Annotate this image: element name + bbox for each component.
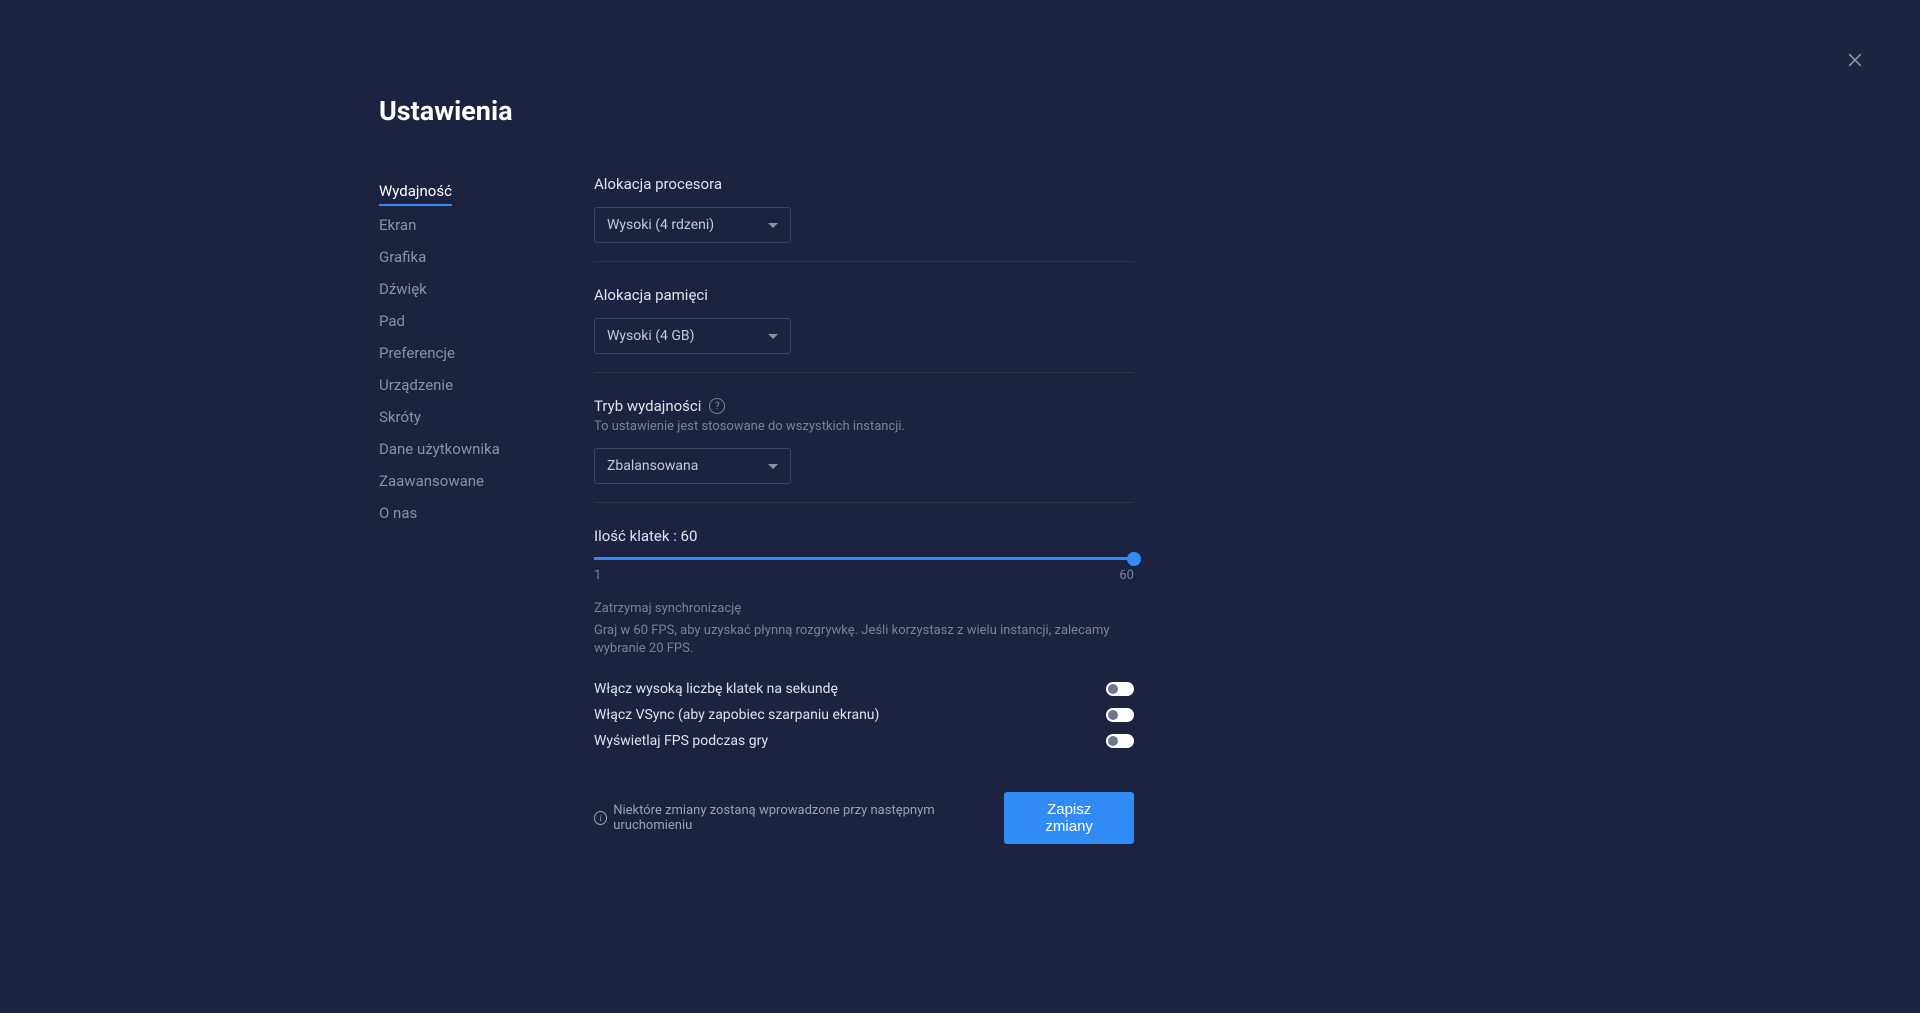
footer-note: i Niektóre zmiany zostaną wprowadzone pr… [594,803,990,833]
sidebar-item-advanced[interactable]: Zaawansowane [379,465,564,497]
toggle-high-fps[interactable] [1106,682,1134,696]
performance-mode-value: Zbalansowana [607,458,698,474]
toggle-show-fps-label: Wyświetlaj FPS podczas gry [594,733,768,749]
toggle-vsync[interactable] [1106,708,1134,722]
fps-slider-thumb[interactable] [1127,552,1141,566]
toggle-show-fps[interactable] [1106,734,1134,748]
close-button[interactable] [1845,50,1865,70]
performance-mode-desc: To ustawienie jest stosowane do wszystki… [594,419,1134,434]
cpu-allocation-label: Alokacja procesora [594,175,1134,193]
info-icon: i [594,811,607,825]
performance-mode-select[interactable]: Zbalansowana [594,448,791,484]
sidebar-item-graphics[interactable]: Grafika [379,241,564,273]
close-icon [1845,50,1865,70]
fps-label-prefix: Ilość klatek : [594,527,681,545]
chevron-down-icon [768,223,778,228]
fps-slider-range: 1 60 [594,568,1134,583]
memory-allocation-label: Alokacja pamięci [594,286,1134,304]
memory-allocation-value: Wysoki (4 GB) [607,328,695,344]
memory-allocation-select[interactable]: Wysoki (4 GB) [594,318,791,354]
sidebar-item-shortcuts[interactable]: Skróty [379,401,564,433]
sidebar-item-screen[interactable]: Ekran [379,209,564,241]
chevron-down-icon [768,334,778,339]
sidebar-item-performance[interactable]: Wydajność [379,175,452,206]
sync-desc: Graj w 60 FPS, aby uzyskać płynną rozgry… [594,622,1134,658]
fps-slider[interactable] [594,557,1134,560]
footer: i Niektóre zmiany zostaną wprowadzone pr… [594,792,1134,844]
toggle-knob [1108,710,1118,720]
toggle-knob [1108,736,1118,746]
sync-label: Zatrzymaj synchronizację [594,601,1134,616]
cpu-allocation-select[interactable]: Wysoki (4 rdzeni) [594,207,791,243]
save-button[interactable]: Zapisz zmiany [1004,792,1134,844]
toggle-knob [1108,684,1118,694]
fps-slider-label: Ilość klatek : 60 [594,527,1134,545]
sidebar-item-userdata[interactable]: Dane użytkownika [379,433,564,465]
sidebar-item-about[interactable]: O nas [379,497,564,529]
performance-mode-label: Tryb wydajności ? [594,397,1134,415]
sidebar-item-pad[interactable]: Pad [379,305,564,337]
sidebar-item-preferences[interactable]: Preferencje [379,337,564,369]
fps-min: 1 [594,568,601,583]
chevron-down-icon [768,464,778,469]
footer-note-text: Niektóre zmiany zostaną wprowadzone przy… [613,803,990,833]
sidebar-item-device[interactable]: Urządzenie [379,369,564,401]
sidebar-item-sound[interactable]: Dźwięk [379,273,564,305]
cpu-allocation-value: Wysoki (4 rdzeni) [607,217,714,233]
fps-max: 60 [1119,568,1134,583]
toggle-vsync-label: Włącz VSync (aby zapobiec szarpaniu ekra… [594,707,879,723]
settings-sidebar: Wydajność Ekran Grafika Dźwięk Pad Prefe… [379,175,564,844]
help-icon[interactable]: ? [709,398,725,414]
performance-mode-label-text: Tryb wydajności [594,397,701,415]
settings-main: Alokacja procesora Wysoki (4 rdzeni) Alo… [594,175,1134,844]
fps-value: 60 [681,527,698,545]
toggle-high-fps-label: Włącz wysoką liczbę klatek na sekundę [594,681,838,697]
page-title: Ustawienia [379,95,1134,127]
